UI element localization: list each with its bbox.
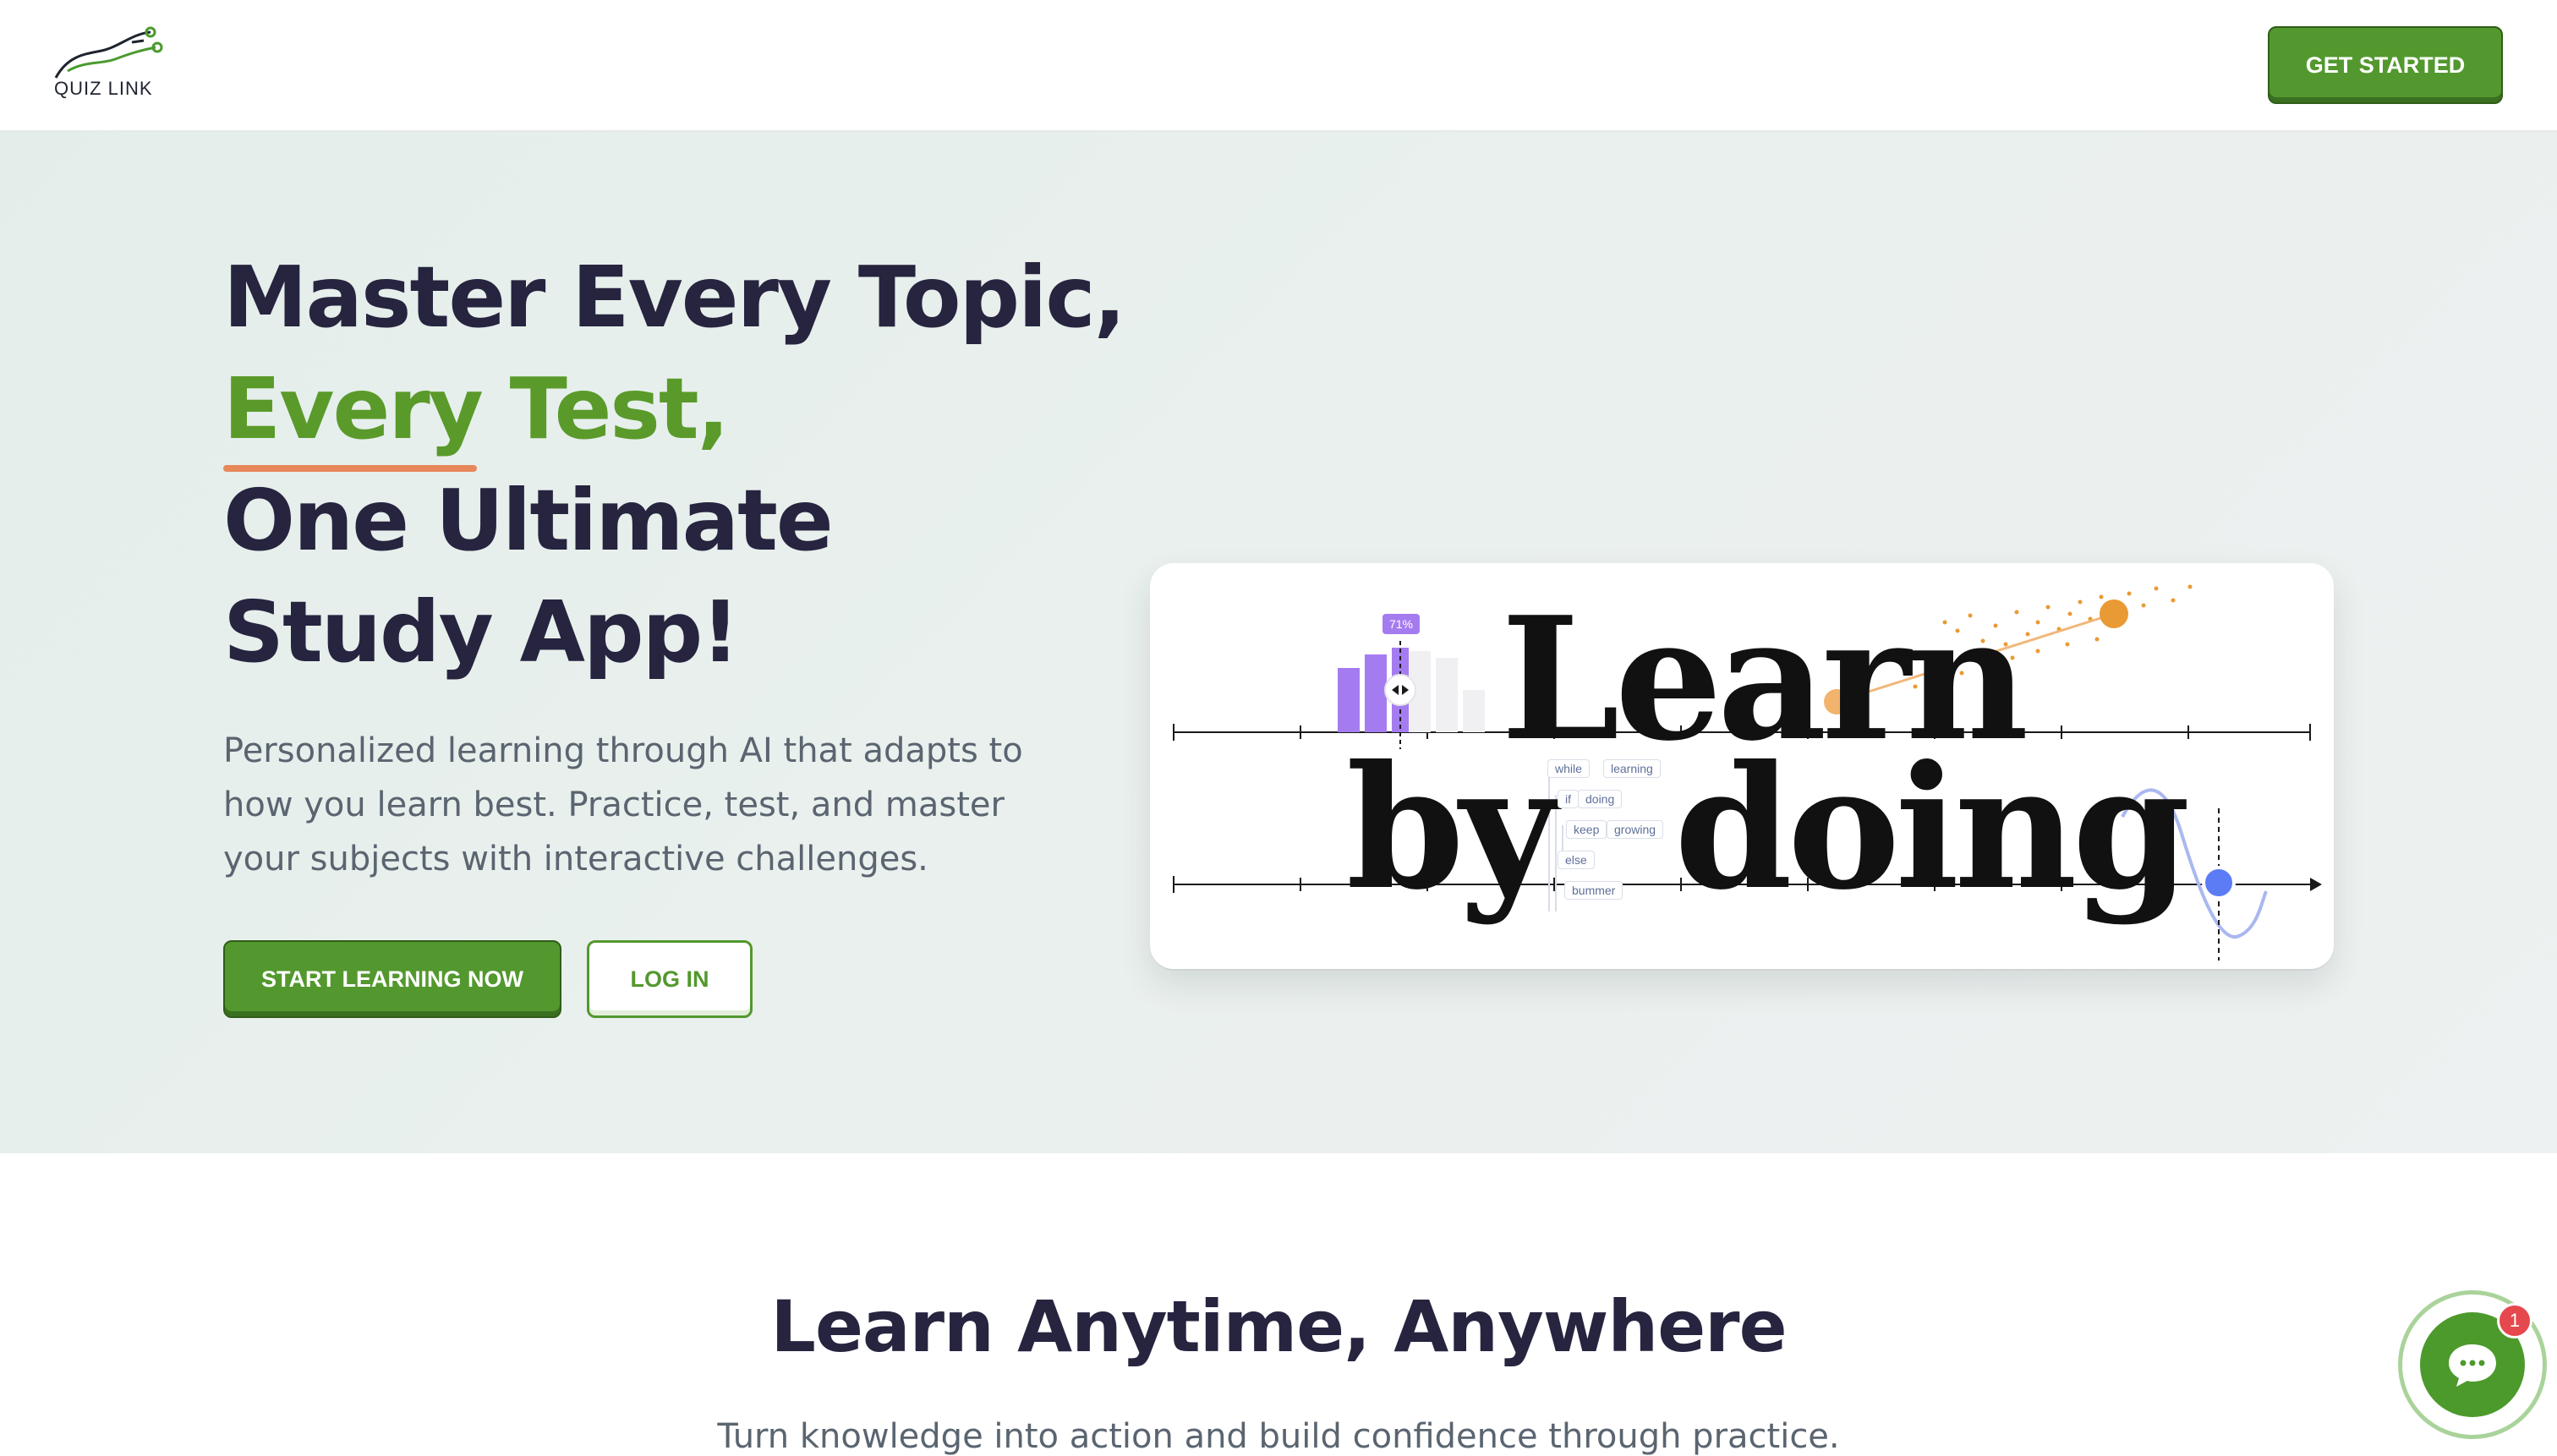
start-learning-button[interactable]: START LEARNING NOW	[223, 940, 561, 1018]
get-started-button[interactable]: GET STARTED	[2268, 26, 2503, 104]
chat-bubble-icon	[2449, 1344, 2496, 1387]
code-chip-keep: keep	[1566, 820, 1607, 839]
chat-notification-badge: 1	[2497, 1303, 2532, 1338]
title-underline-accent	[223, 465, 477, 472]
word-by: by	[1346, 729, 1558, 928]
site-header: QUIZ LINK GET STARTED	[0, 0, 2557, 132]
login-button[interactable]: LOG IN	[587, 940, 753, 1018]
hero-subtitle: Personalized learning through AI that ad…	[223, 731, 1023, 879]
hero-title-line-2: Every Test,	[223, 359, 730, 458]
word-doing: doing	[1674, 729, 2190, 928]
learn-by-doing-illustration: 71% Learn by doing while learning if doi…	[1150, 563, 2334, 969]
frog-logo-icon	[54, 26, 163, 79]
hero-title-line-1: Master Every Topic,	[223, 248, 1126, 347]
code-chip-doing: doing	[1578, 790, 1623, 808]
code-chip-bummer: bummer	[1564, 881, 1623, 900]
hero-section: Master Every Topic, Every Test, One Ulti…	[0, 132, 2557, 1153]
code-chip-if: if	[1558, 790, 1579, 808]
code-chip-growing: growing	[1607, 820, 1664, 839]
section-title: Learn Anytime, Anywhere	[770, 1285, 1787, 1368]
percent-badge: 71%	[1383, 614, 1420, 634]
section-subtitle: Turn knowledge into action and build con…	[717, 1417, 1840, 1456]
hero-title-line-4: Study App!	[223, 583, 740, 681]
code-chip-learning: learning	[1603, 759, 1661, 778]
code-chip-else: else	[1558, 851, 1595, 869]
logo-text: QUIZ LINK	[54, 78, 153, 99]
hero-title-line-3: One Ultimate	[223, 471, 834, 570]
code-chip-while: while	[1547, 759, 1590, 778]
quiz-link-logo[interactable]: QUIZ LINK	[51, 22, 169, 107]
